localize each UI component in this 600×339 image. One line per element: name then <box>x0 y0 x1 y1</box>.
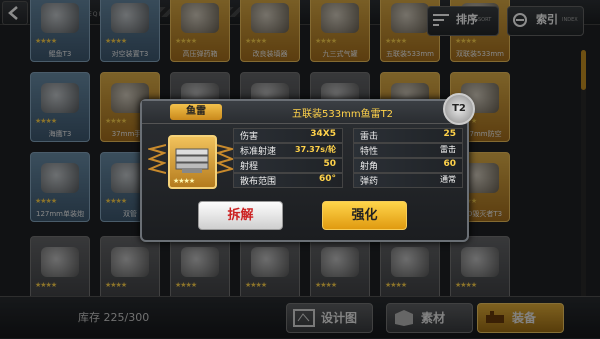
dialog-header: 鱼雷 五联装533mm鱼雷T2 <box>142 101 467 124</box>
stat-value: 60 <box>443 159 456 169</box>
stat-value: 25 <box>443 129 456 139</box>
stat-key: 散布范围 <box>240 177 277 187</box>
stat-row: 特性 雷击 <box>353 143 463 158</box>
left-wing-icon <box>148 144 166 174</box>
equipment-detail-dialog: 鱼雷 五联装533mm鱼雷T2 T2 ★★★★ 伤害 34X5 雷击 25 标准射速… <box>140 93 475 242</box>
stat-key: 射程 <box>240 162 259 172</box>
stat-value: 雷击 <box>440 145 456 154</box>
stat-value: 37.37s/轮 <box>295 145 336 154</box>
stat-key: 弹药 <box>360 177 379 187</box>
upgrade-button[interactable]: 强化 <box>322 201 407 230</box>
stat-value: 60° <box>318 174 336 184</box>
stat-key: 雷击 <box>360 132 379 142</box>
equipment-image: ★★★★ <box>168 135 217 189</box>
right-wing-icon <box>216 144 234 174</box>
equipment-name: 五联装533mm鱼雷T2 <box>292 109 394 120</box>
stat-value: 50 <box>323 159 336 169</box>
stat-key: 伤害 <box>240 132 259 142</box>
stat-row: 散布范围 60° <box>233 173 343 188</box>
stat-row: 雷击 25 <box>353 128 463 143</box>
stat-row: 射角 60 <box>353 158 463 173</box>
stat-key: 射角 <box>360 162 379 172</box>
torpedo-launcher-icon <box>175 148 209 173</box>
tier-badge: T2 <box>443 93 475 125</box>
equipment-type-tag: 鱼雷 <box>170 104 222 120</box>
stat-row: 标准射速 37.37s/轮 <box>233 143 343 158</box>
stat-row: 弹药 通常 <box>353 173 463 188</box>
stat-value: 通常 <box>440 175 456 184</box>
stat-row: 射程 50 <box>233 158 343 173</box>
stat-key: 标准射速 <box>240 147 277 157</box>
stat-value: 34X5 <box>310 129 336 139</box>
stat-row: 伤害 34X5 <box>233 128 343 143</box>
stat-key: 特性 <box>360 147 379 157</box>
disassemble-button[interactable]: 拆解 <box>198 201 283 230</box>
rarity-stars: ★★★★ <box>173 177 195 185</box>
